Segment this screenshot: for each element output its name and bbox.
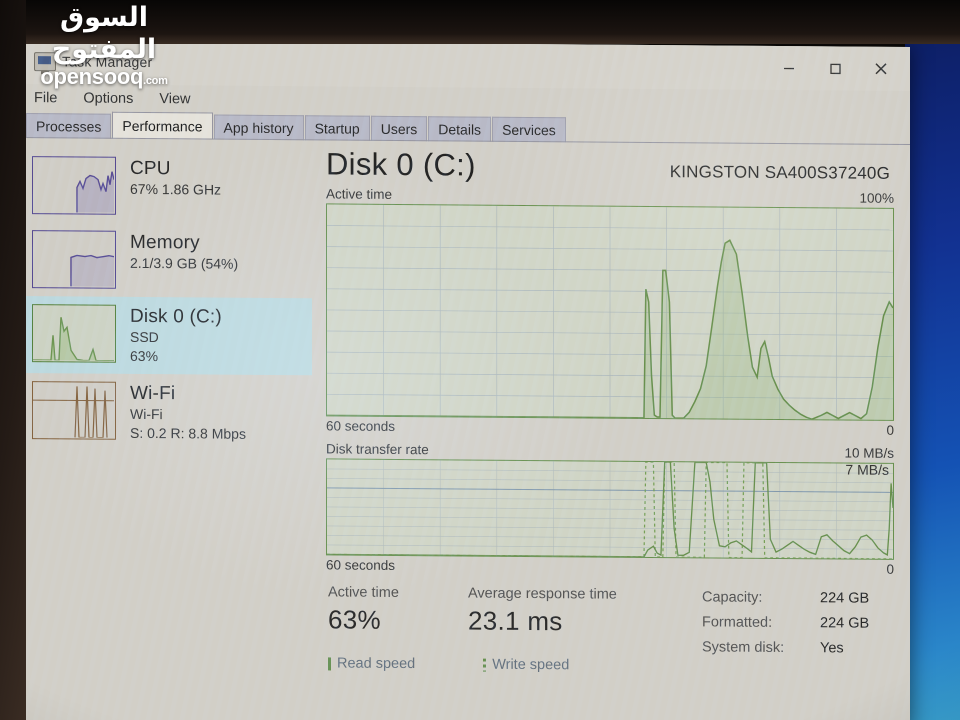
panel-header: Disk 0 (C:) KINGSTON SA400S37240G xyxy=(326,146,894,186)
transfer-rate-graph-labels: Disk transfer rate 10 MB/s xyxy=(326,441,894,460)
legend-write-speed-label: Write speed xyxy=(492,656,570,674)
info-key-formatted: Formatted: xyxy=(702,614,773,631)
cpu-usage-text: 67% 1.86 GHz xyxy=(130,180,222,198)
close-button[interactable] xyxy=(858,47,904,91)
tab-services[interactable]: Services xyxy=(492,116,566,143)
sidebar-item-cpu[interactable]: CPU 67% 1.86 GHz xyxy=(20,148,312,224)
transfer-rate-graph-max: 10 MB/s xyxy=(844,445,894,461)
active-time-graph-title: Active time xyxy=(326,186,393,202)
window-title: Task Manager xyxy=(62,53,153,71)
read-speed-swatch-icon xyxy=(328,656,331,670)
transfer-rate-graph: 7 MB/s xyxy=(326,458,894,560)
menu-item-file[interactable]: File xyxy=(34,90,57,106)
title-bar: Task Manager xyxy=(20,40,910,91)
active-time-x-right: 0 xyxy=(886,422,894,438)
write-speed-swatch-icon xyxy=(483,658,487,672)
sidebar-item-label-memory: Memory xyxy=(130,231,200,254)
stat-response-time-value: 23.1 ms xyxy=(468,605,563,637)
info-value-system-disk: Yes xyxy=(820,640,844,657)
info-value-capacity: 224 GB xyxy=(820,590,870,607)
stat-active-time-label: Active time xyxy=(328,584,399,601)
stat-response-time-label: Average response time xyxy=(468,585,617,603)
disk-label-group: Disk 0 (C:) SSD 63% xyxy=(130,305,222,367)
memory-mini-graph xyxy=(32,230,116,289)
active-time-axis: 60 seconds 0 xyxy=(326,418,894,437)
disk-usage-text: 63% xyxy=(130,347,159,365)
wifi-throughput-text: S: 0.2 R: 8.8 Mbps xyxy=(130,424,246,442)
page-title: Disk 0 (C:) xyxy=(326,146,476,183)
monitor-bezel-top xyxy=(0,0,960,44)
info-key-system-disk: System disk: xyxy=(702,639,785,657)
info-row-capacity: Capacity: 224 GB xyxy=(702,585,869,611)
info-row-formatted: Formatted: 224 GB xyxy=(702,610,869,636)
memory-usage-text: 2.1/3.9 GB (54%) xyxy=(130,254,239,272)
cpu-label-group: CPU 67% 1.86 GHz xyxy=(130,157,221,200)
stat-response-time: Average response time 23.1 ms xyxy=(468,584,684,661)
wifi-adapter-text: Wi-Fi xyxy=(130,405,163,423)
performance-content: CPU 67% 1.86 GHz Memory 2.1/3.9 GB (54%) xyxy=(20,138,910,720)
wifi-mini-graph xyxy=(32,381,116,440)
active-time-graph-labels: Active time 100% xyxy=(326,186,894,205)
tab-app-history[interactable]: App history xyxy=(213,114,304,141)
transfer-rate-graph-title: Disk transfer rate xyxy=(326,441,429,458)
tab-performance[interactable]: Performance xyxy=(112,111,213,140)
sidebar-item-label-wifi: Wi-Fi xyxy=(130,382,176,405)
transfer-rate-x-left: 60 seconds xyxy=(326,557,396,573)
active-time-graph xyxy=(326,203,894,421)
menu-item-view[interactable]: View xyxy=(159,91,190,107)
disk-mini-graph xyxy=(32,304,116,363)
disk-statistics: Active time 63% Average response time 23… xyxy=(326,572,894,661)
sidebar-item-label-cpu: CPU xyxy=(130,157,171,180)
wifi-label-group: Wi-Fi Wi-Fi S: 0.2 R: 8.8 Mbps xyxy=(130,382,246,444)
transfer-rate-x-right: 0 xyxy=(886,561,894,577)
cpu-mini-graph xyxy=(32,156,116,215)
menu-item-options[interactable]: Options xyxy=(83,90,133,106)
sidebar-item-disk-0[interactable]: Disk 0 (C:) SSD 63% xyxy=(20,296,312,376)
task-manager-icon xyxy=(34,52,56,72)
legend-read-speed: Read speed xyxy=(328,655,415,672)
window-controls xyxy=(766,46,904,91)
info-key-capacity: Capacity: xyxy=(702,589,763,606)
sidebar-item-memory[interactable]: Memory 2.1/3.9 GB (54%) xyxy=(20,222,312,298)
disk-model: KINGSTON SA400S37240G xyxy=(669,162,890,183)
tab-details[interactable]: Details xyxy=(428,116,492,142)
info-row-system-disk: System disk: Yes xyxy=(702,635,869,661)
tab-processes[interactable]: Processes xyxy=(26,113,112,139)
tab-users[interactable]: Users xyxy=(370,115,428,142)
monitor-bezel-left xyxy=(0,0,26,720)
active-time-graph-max: 100% xyxy=(859,190,894,206)
info-value-formatted: 224 GB xyxy=(820,615,870,632)
legend-read-speed-label: Read speed xyxy=(337,655,416,673)
disk-detail-panel: Disk 0 (C:) KINGSTON SA400S37240G Active… xyxy=(312,140,910,720)
sidebar-item-wifi[interactable]: Wi-Fi Wi-Fi S: 0.2 R: 8.8 Mbps xyxy=(20,373,312,452)
desktop-background xyxy=(905,38,960,720)
task-manager-window: Task Manager File Options View Processes xyxy=(20,40,910,720)
minimize-button[interactable] xyxy=(766,46,812,90)
screen-photo: Task Manager File Options View Processes xyxy=(0,0,960,720)
active-time-x-left: 60 seconds xyxy=(326,418,396,434)
disk-info-list: Capacity: 224 GB Formatted: 224 GB Syste… xyxy=(702,585,869,661)
legend-write-speed: Write speed xyxy=(483,656,570,674)
maximize-button[interactable] xyxy=(812,46,858,90)
stat-active-time: Active time 63% xyxy=(328,582,450,658)
resource-sidebar: CPU 67% 1.86 GHz Memory 2.1/3.9 GB (54%) xyxy=(20,138,312,720)
sidebar-item-label-disk: Disk 0 (C:) xyxy=(130,305,222,328)
stat-active-time-value: 63% xyxy=(328,604,381,635)
disk-type-text: SSD xyxy=(130,328,159,346)
tab-startup[interactable]: Startup xyxy=(304,115,370,141)
transfer-rate-marker-label: 7 MB/s xyxy=(845,461,889,478)
memory-label-group: Memory 2.1/3.9 GB (54%) xyxy=(130,231,238,274)
